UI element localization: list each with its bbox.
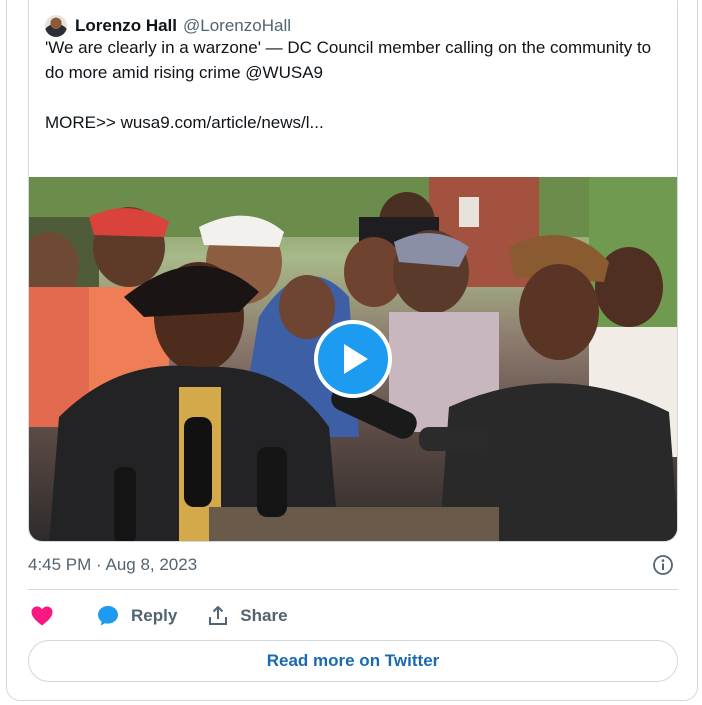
quoted-tweet-text: 'We are clearly in a warzone' — DC Counc… (45, 38, 652, 132)
author-name[interactable]: Lorenzo Hall (75, 16, 177, 36)
author-handle[interactable]: @LorenzoHall (183, 16, 291, 36)
tweet-actions-bar: Reply Share (30, 603, 288, 629)
share-upload-icon (209, 606, 228, 625)
divider (28, 589, 678, 590)
like-button[interactable] (30, 605, 54, 627)
reply-button[interactable]: Reply (96, 604, 177, 628)
tweet-timestamp[interactable]: 4:45 PM · Aug 8, 2023 (28, 555, 197, 575)
read-more-on-twitter-button[interactable]: Read more on Twitter (28, 640, 678, 682)
reply-bubble-icon (98, 606, 118, 626)
play-icon (344, 344, 368, 374)
avatar[interactable] (45, 15, 67, 37)
reply-label: Reply (131, 606, 178, 625)
video-thumbnail[interactable] (29, 177, 677, 541)
quoted-tweet-card[interactable]: Lorenzo Hall @LorenzoHall 'We are clearl… (28, 0, 678, 542)
share-label: Share (240, 606, 288, 625)
play-button[interactable] (314, 320, 392, 398)
heart-icon (31, 606, 53, 626)
share-button[interactable]: Share (207, 605, 288, 627)
info-icon[interactable] (652, 554, 674, 576)
